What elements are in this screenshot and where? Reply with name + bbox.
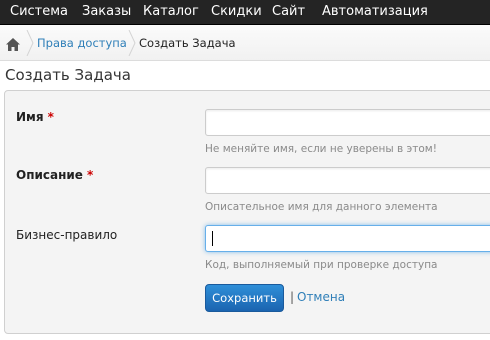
business-rule-input[interactable]: [205, 225, 490, 252]
top-nav: Система Заказы Каталог Скидки Сайт Автом…: [0, 0, 490, 25]
action-separator: |: [290, 290, 295, 304]
cancel-link[interactable]: Отмена: [297, 290, 345, 304]
name-help: Не меняйте имя, если не уверены в этом!: [205, 143, 437, 155]
breadcrumb-current: Создать Задача: [139, 36, 236, 50]
description-label: Описание *: [16, 168, 93, 182]
text-caret: [212, 231, 213, 246]
description-label-text: Описание: [16, 168, 83, 182]
page-title: Создать Задача: [5, 66, 131, 84]
nav-item-site[interactable]: Сайт: [272, 0, 305, 25]
nav-item-catalog[interactable]: Каталог: [143, 0, 199, 25]
nav-item-orders[interactable]: Заказы: [82, 0, 131, 25]
breadcrumb-separator-icon: [128, 30, 136, 56]
business-rule-help: Код, выполняемый при проверке доступа: [205, 259, 438, 271]
home-icon[interactable]: [6, 36, 20, 51]
nav-item-automation[interactable]: Автоматизация: [322, 0, 428, 25]
nav-item-system[interactable]: Система: [10, 0, 68, 25]
save-button[interactable]: Сохранить: [205, 284, 284, 312]
name-label-text: Имя: [16, 110, 44, 124]
description-input[interactable]: [205, 167, 490, 194]
required-mark: *: [47, 110, 54, 124]
breadcrumb-separator-icon: [26, 30, 34, 56]
breadcrumb-link-access-rights[interactable]: Права доступа: [37, 25, 127, 61]
breadcrumb: Права доступа Создать Задача: [0, 25, 490, 61]
nav-item-discounts[interactable]: Скидки: [211, 0, 262, 25]
business-rule-label: Бизнес-правило: [16, 228, 118, 242]
name-label: Имя *: [16, 110, 54, 124]
required-mark: *: [86, 168, 94, 182]
description-help: Описательное имя для данного элемента: [205, 201, 438, 213]
name-input[interactable]: [205, 109, 490, 136]
